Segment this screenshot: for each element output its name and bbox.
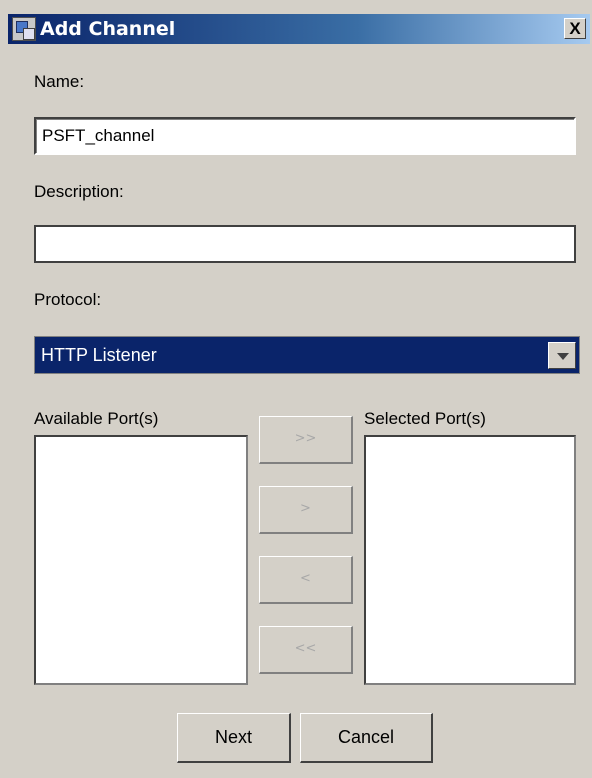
available-ports-list[interactable]	[34, 435, 248, 685]
move-right-button[interactable]: >	[259, 486, 353, 534]
next-button[interactable]: Next	[177, 713, 291, 763]
protocol-select[interactable]: HTTP Listener	[34, 336, 580, 374]
move-all-right-button[interactable]: >>	[259, 416, 353, 464]
protocol-selected-value: HTTP Listener	[41, 345, 157, 365]
name-field[interactable]	[34, 117, 576, 155]
window-title: Add Channel	[40, 18, 176, 40]
protocol-label: Protocol:	[34, 290, 102, 309]
chevron-down-icon[interactable]	[548, 342, 576, 369]
available-ports-label: Available Port(s)	[34, 409, 159, 428]
selected-ports-label: Selected Port(s)	[364, 409, 486, 428]
cancel-button[interactable]: Cancel	[300, 713, 433, 763]
title-bar: Add Channel X	[8, 14, 590, 44]
selected-ports-list[interactable]	[364, 435, 576, 685]
description-field[interactable]	[34, 225, 576, 263]
name-label: Name:	[34, 72, 85, 91]
app-icon	[12, 17, 36, 41]
move-all-left-button[interactable]: <<	[259, 626, 353, 674]
move-left-button[interactable]: <	[259, 556, 353, 604]
description-label: Description:	[34, 182, 124, 201]
close-icon[interactable]: X	[564, 18, 586, 39]
